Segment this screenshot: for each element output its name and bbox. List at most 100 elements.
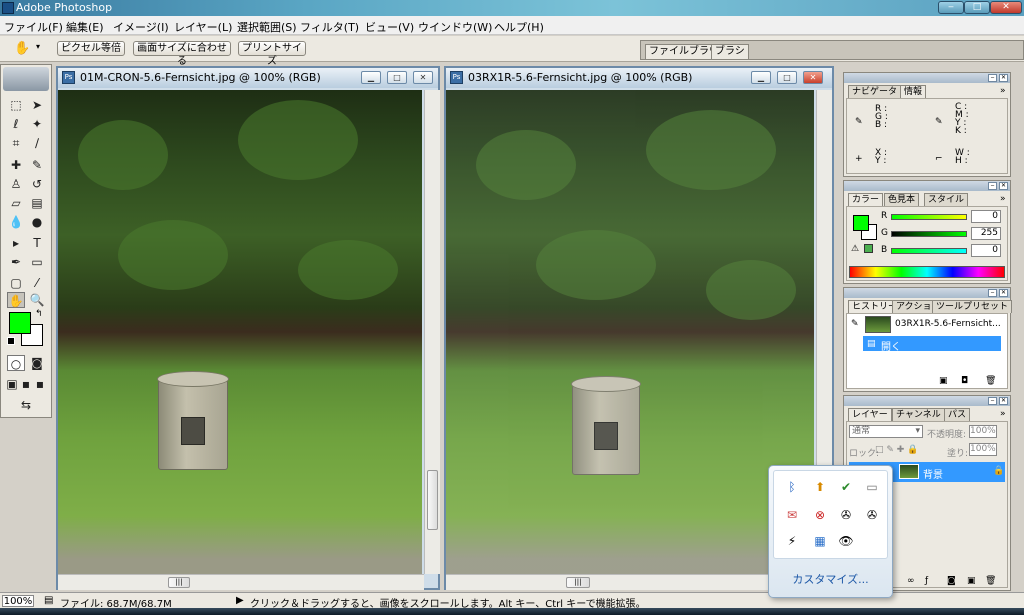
jump-to-imageready-icon[interactable]: ⇆ xyxy=(7,397,45,413)
doc1-close-button[interactable]: ✕ xyxy=(413,71,433,84)
doc2-maximize-button[interactable]: □ xyxy=(777,71,797,84)
display-settings-icon[interactable]: ▦ xyxy=(812,533,828,549)
history-brush-tool-icon[interactable]: ↺ xyxy=(28,176,46,192)
doc1-minimize-button[interactable]: ▁ xyxy=(361,71,381,84)
blur-tool-icon[interactable]: 💧 xyxy=(7,214,25,230)
new-document-from-state-icon[interactable]: ▣ xyxy=(939,376,948,386)
doc2-horizontal-scrollbar[interactable]: ||| xyxy=(446,574,816,590)
green-slider[interactable] xyxy=(891,231,967,237)
hand-tool-button-icon[interactable]: ✋ xyxy=(7,292,25,308)
zoom-level-field[interactable]: 100% xyxy=(2,595,34,607)
tab-info[interactable]: 情報 xyxy=(900,85,927,98)
panel-close-button[interactable]: ✕ xyxy=(999,182,1008,190)
maximize-button[interactable]: □ xyxy=(964,1,990,14)
document-canvas-2[interactable] xyxy=(446,90,814,574)
pen-tool-icon[interactable]: ✒ xyxy=(7,254,25,270)
panel-menu-icon[interactable]: » xyxy=(1000,409,1006,419)
gamut-color-swatch[interactable] xyxy=(864,244,873,253)
tab-styles[interactable]: スタイル xyxy=(924,193,969,206)
security-shield-icon[interactable]: ✔ xyxy=(838,479,854,495)
doc1-vertical-scrollbar[interactable] xyxy=(424,90,440,574)
minimize-button[interactable]: ‒ xyxy=(938,1,964,14)
swap-colors-icon[interactable]: ↰ xyxy=(35,309,43,319)
notes-tool-icon[interactable]: ▢ xyxy=(7,275,25,291)
history-snapshot-thumbnail[interactable] xyxy=(865,316,891,333)
crop-tool-icon[interactable]: ⌗ xyxy=(7,135,25,151)
menu-file[interactable]: ファイル(F) xyxy=(4,19,63,35)
tab-color[interactable]: カラー xyxy=(848,193,884,206)
standard-mode-icon[interactable]: ○ xyxy=(7,355,25,371)
slice-tool-icon[interactable]: ∕ xyxy=(28,135,46,151)
blend-mode-select[interactable]: 通常 ▾ xyxy=(849,425,923,438)
blue-value[interactable]: 0 xyxy=(971,244,1001,257)
healing-brush-tool-icon[interactable]: ✚ xyxy=(7,157,25,173)
panel-minimize-button[interactable]: ‒ xyxy=(988,289,997,297)
power-icon[interactable]: ⚡ xyxy=(784,533,800,549)
bluetooth-icon[interactable]: ᛒ xyxy=(784,479,800,495)
gamut-warning-icon[interactable]: ⚠ xyxy=(851,244,859,254)
panel-close-button[interactable]: ✕ xyxy=(999,397,1008,405)
network-device-icon[interactable]: ✇ xyxy=(864,507,880,523)
actual-pixels-button[interactable]: ピクセル等倍 xyxy=(57,41,125,56)
path-selection-tool-icon[interactable]: ▸ xyxy=(7,235,25,251)
gradient-tool-icon[interactable]: ▤ xyxy=(28,195,46,211)
brush-tool-icon[interactable]: ✎ xyxy=(28,157,46,173)
tab-swatches[interactable]: 色見本 xyxy=(884,193,920,206)
color-fg-swatch[interactable] xyxy=(853,215,869,231)
magic-wand-tool-icon[interactable]: ✦ xyxy=(28,116,46,132)
tool-preset-dropdown-icon[interactable]: ▾ xyxy=(36,42,40,51)
lasso-tool-icon[interactable]: ℓ xyxy=(7,116,25,132)
print-size-button[interactable]: プリントサイズ xyxy=(238,41,306,67)
close-button[interactable]: ✕ xyxy=(990,1,1022,14)
color-ramp[interactable] xyxy=(849,266,1005,278)
red-value[interactable]: 0 xyxy=(971,210,1001,223)
zoom-tool-icon[interactable]: 🔍 xyxy=(28,292,46,308)
eyedropper-tool-icon[interactable]: ⁄ xyxy=(28,275,46,291)
screen-mode-standard-icon[interactable]: ▣ xyxy=(5,376,19,392)
doc2-minimize-button[interactable]: ▁ xyxy=(751,71,771,84)
tab-tool-presets[interactable]: ツールプリセット xyxy=(932,300,1013,313)
opacity-value[interactable]: 100% xyxy=(969,425,997,438)
menu-window[interactable]: ウインドウ(W) xyxy=(418,19,492,35)
lock-transparency-icon[interactable]: □ ✎ ✚ 🔒 xyxy=(875,445,918,455)
delete-state-icon[interactable]: 🗑 xyxy=(985,376,996,386)
network-activity-icon[interactable]: ✉ xyxy=(784,507,800,523)
screen-mode-full-menu-icon[interactable]: ▪ xyxy=(19,376,33,392)
hand-tool-icon[interactable]: ✋ xyxy=(14,41,30,56)
layer-mask-icon[interactable]: ◙ xyxy=(947,576,956,586)
history-snapshot-label[interactable]: 03RX1R-5.6-Fernsicht... xyxy=(895,319,1001,329)
layer-link-icon[interactable]: ∞ xyxy=(907,576,915,586)
update-icon[interactable]: ⬆ xyxy=(812,479,828,495)
panel-close-button[interactable]: ✕ xyxy=(999,289,1008,297)
doc1-vertical-scroll-thumb[interactable] xyxy=(427,470,438,530)
new-layer-icon[interactable]: ▣ xyxy=(967,576,976,586)
tab-navigator[interactable]: ナビゲータ xyxy=(848,85,902,98)
clone-stamp-tool-icon[interactable]: ♙ xyxy=(7,176,25,192)
blue-slider[interactable] xyxy=(891,248,967,254)
eye-monitor-icon[interactable]: 👁 xyxy=(838,533,854,549)
document-canvas-1[interactable] xyxy=(58,90,422,574)
doc1-maximize-button[interactable]: □ xyxy=(387,71,407,84)
antivirus-icon[interactable]: ⊗ xyxy=(812,507,828,523)
tab-paths[interactable]: パス xyxy=(944,408,971,421)
tab-channels[interactable]: チャンネル xyxy=(892,408,945,421)
dodge-tool-icon[interactable]: ● xyxy=(28,214,46,230)
panel-minimize-button[interactable]: ‒ xyxy=(988,182,997,190)
panel-minimize-button[interactable]: ‒ xyxy=(988,74,997,82)
red-slider[interactable] xyxy=(891,214,967,220)
move-tool-icon[interactable]: ➤ xyxy=(28,97,46,113)
menu-select[interactable]: 選択範囲(S) xyxy=(237,19,297,35)
usb-device-icon[interactable]: ✇ xyxy=(838,507,854,523)
doc2-horizontal-scroll-thumb[interactable]: ||| xyxy=(566,577,590,588)
status-arrow-icon[interactable]: ▶ xyxy=(236,595,244,606)
panel-minimize-button[interactable]: ‒ xyxy=(988,397,997,405)
document-info-icon[interactable]: ▤ xyxy=(44,595,53,606)
quick-mask-mode-icon[interactable]: ◙ xyxy=(28,355,46,371)
panel-close-button[interactable]: ✕ xyxy=(999,74,1008,82)
fill-value[interactable]: 100% xyxy=(969,443,997,456)
marquee-tool-icon[interactable]: ⬚ xyxy=(7,97,25,113)
eraser-tool-icon[interactable]: ▱ xyxy=(7,195,25,211)
menu-view[interactable]: ビュー(V) xyxy=(365,19,414,35)
menu-edit[interactable]: 編集(E) xyxy=(66,19,104,35)
doc2-close-button[interactable]: ✕ xyxy=(803,71,823,84)
